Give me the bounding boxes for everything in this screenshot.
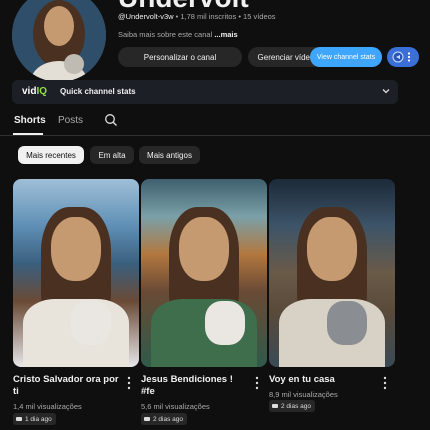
tab-posts[interactable]: Posts (58, 115, 83, 126)
short-date-badge: 1 dia ago (13, 413, 56, 425)
kitten-image (71, 301, 111, 345)
more-vert-icon[interactable] (382, 376, 388, 390)
vidiq-icon (392, 51, 411, 63)
short-title[interactable]: Cristo Salvador ora por ti (13, 374, 123, 398)
short-title[interactable]: Jesus Bendiciones ! #fe (141, 374, 251, 398)
shorts-icon (144, 417, 150, 421)
short-date-badge: 2 dias ago (141, 413, 187, 425)
tab-shorts[interactable]: Shorts (14, 115, 46, 126)
shorts-icon (272, 404, 278, 408)
short-title[interactable]: Voy en tu casa (269, 374, 379, 386)
channel-meta: @Undervolt-v3w • 1,78 mil inscritos • 15… (118, 12, 276, 21)
more-vert-icon[interactable] (254, 376, 260, 390)
channel-about-link[interactable]: Saiba mais sobre este canal ...mais (118, 30, 238, 39)
view-channel-stats-button[interactable]: View channel stats (310, 47, 382, 67)
chevron-down-icon[interactable] (380, 85, 392, 97)
vidiq-menu-button[interactable] (387, 47, 419, 67)
short-thumbnail[interactable] (13, 179, 139, 367)
shorts-icon (16, 417, 22, 421)
subscriber-count: 1,78 mil inscritos (180, 12, 237, 21)
filter-chip-oldest[interactable]: Mais antigos (139, 146, 200, 164)
about-text: Saiba mais sobre este canal (118, 30, 213, 39)
short-views: 1,4 mil visualizações (13, 402, 82, 411)
about-more[interactable]: ...mais (214, 30, 237, 39)
filter-chip-recent[interactable]: Mais recentes (18, 146, 84, 164)
more-vert-icon[interactable] (126, 376, 132, 390)
channel-avatar[interactable] (12, 0, 106, 82)
channel-handle: @Undervolt-v3w (118, 12, 174, 21)
vidiq-quick-stats-bar[interactable]: vidIQ Quick channel stats (12, 80, 398, 104)
short-views: 8,9 mil visualizações (269, 390, 338, 399)
short-thumbnail[interactable] (141, 179, 267, 367)
vidiq-logo: vidIQ (22, 86, 48, 97)
short-thumbnail[interactable] (269, 179, 395, 367)
cat-image (327, 301, 367, 345)
video-count: 15 vídeos (243, 12, 276, 21)
customize-channel-button[interactable]: Personalizar o canal (118, 47, 242, 67)
short-date-badge: 2 dias ago (269, 400, 315, 412)
short-views: 5,6 mil visualizações (141, 402, 210, 411)
tab-divider (0, 135, 430, 136)
puppy-image (205, 301, 245, 345)
filter-chip-trending[interactable]: Em alta (90, 146, 134, 164)
vidiq-label: Quick channel stats (60, 87, 136, 96)
search-icon[interactable] (104, 113, 118, 127)
